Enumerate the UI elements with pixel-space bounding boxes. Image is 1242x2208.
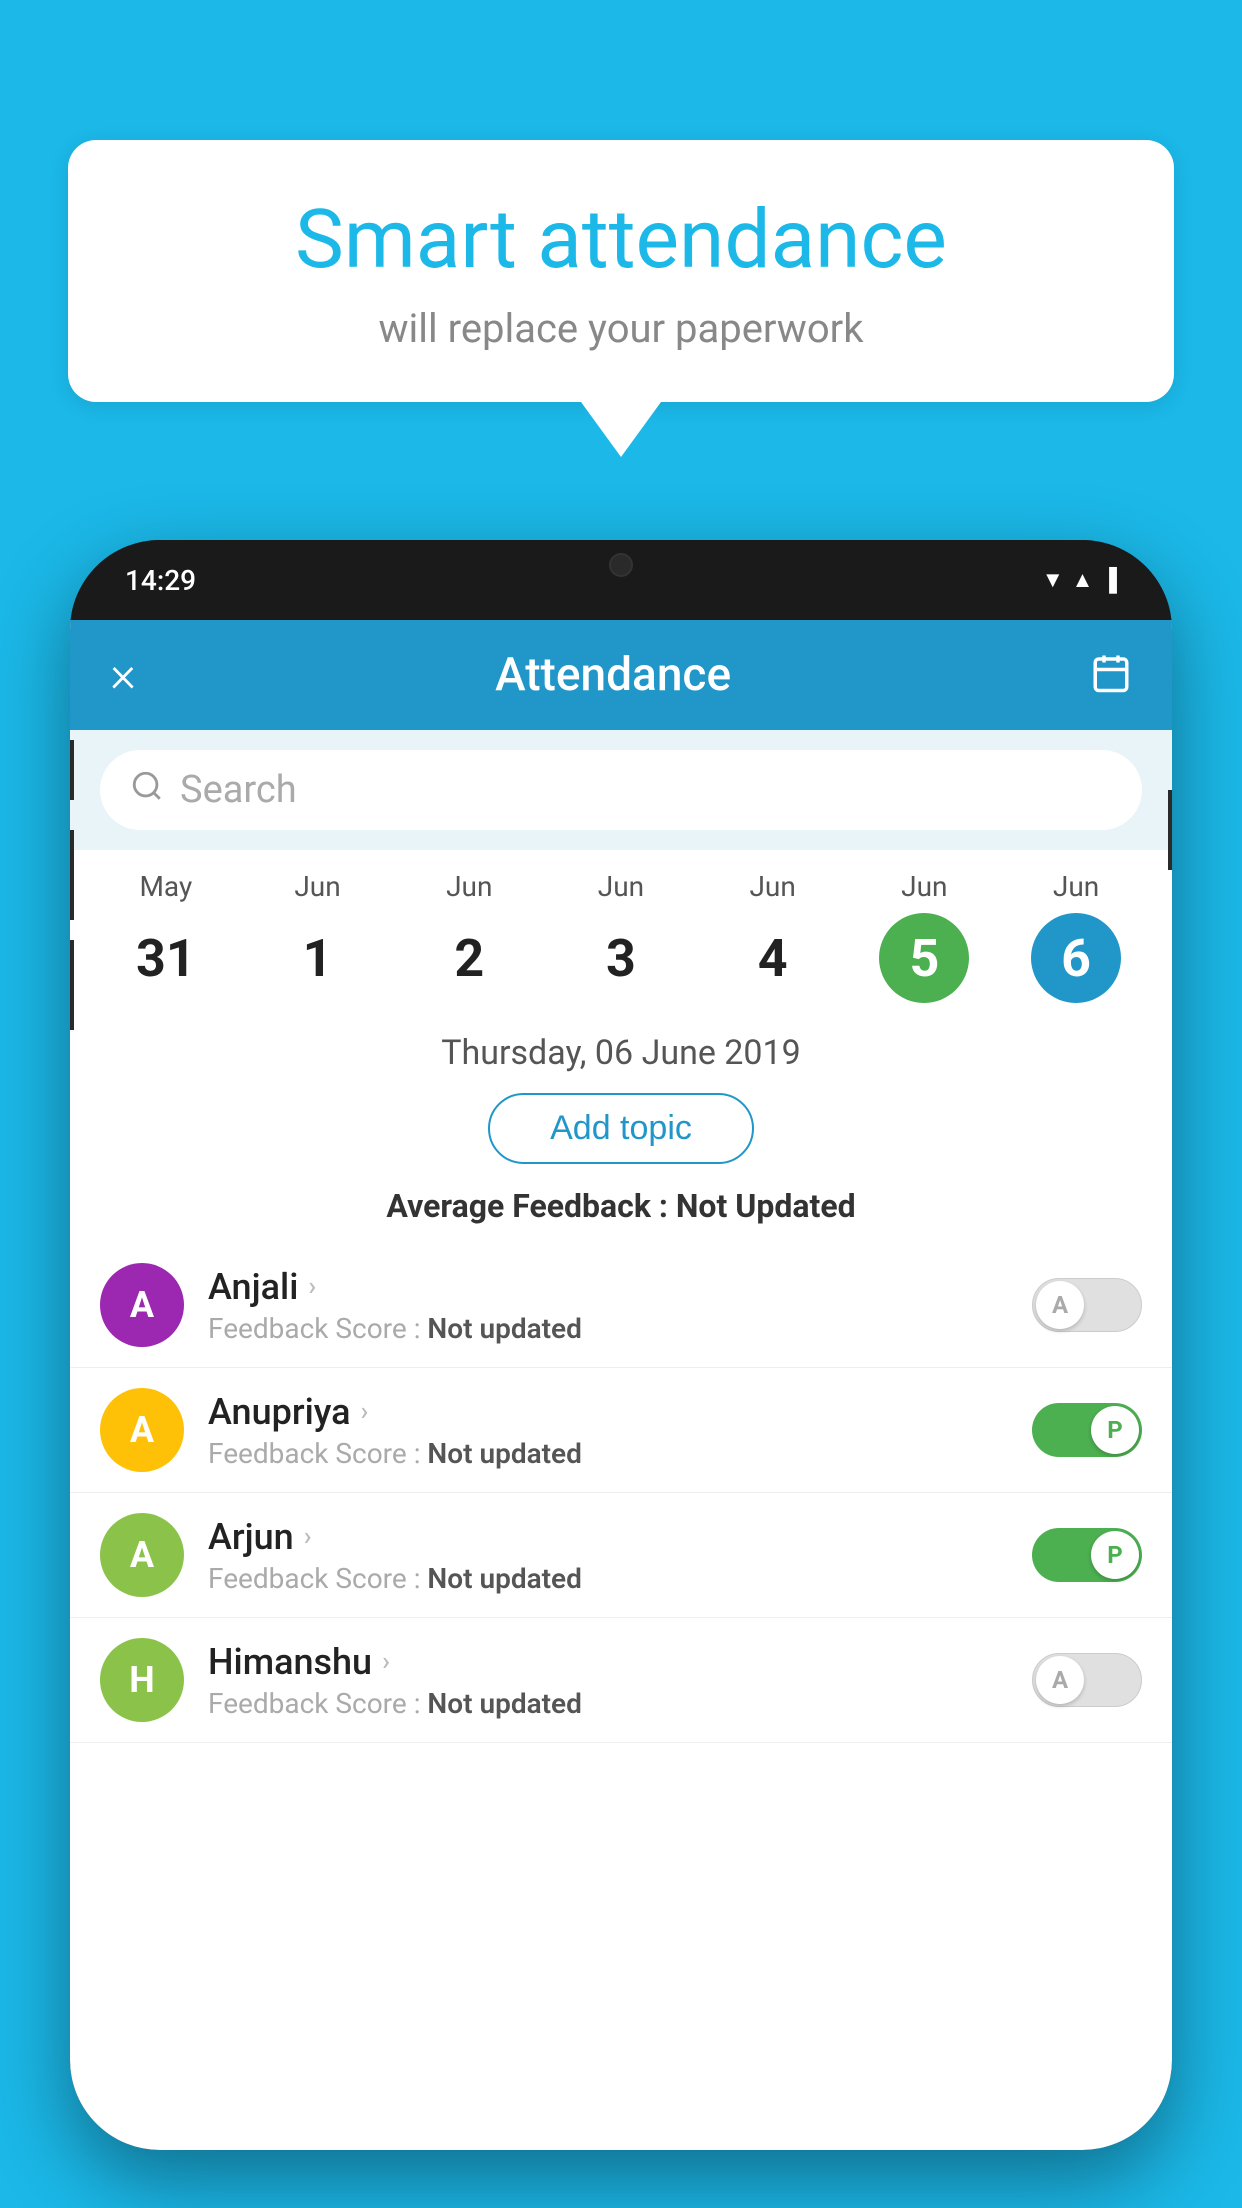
app-screen: × Attendance <box>70 620 1172 2150</box>
front-camera <box>609 553 633 577</box>
speech-bubble-title: Smart attendance <box>128 195 1114 285</box>
cal-month-0: May <box>139 870 192 903</box>
calendar-day-2[interactable]: Jun 2 <box>424 870 514 1003</box>
average-feedback: Average Feedback : Not Updated <box>70 1179 1172 1243</box>
calendar-day-6[interactable]: Jun 6 <box>1031 870 1121 1003</box>
student-name-0: Anjali › <box>208 1266 1008 1308</box>
cal-date-6: 6 <box>1031 913 1121 1003</box>
calendar-day-0[interactable]: May 31 <box>121 870 211 1003</box>
cal-date-3: 3 <box>576 913 666 1003</box>
speech-bubble-section: Smart attendance will replace your paper… <box>68 140 1174 457</box>
search-bar[interactable]: Search <box>100 750 1142 830</box>
calendar-strip: May 31 Jun 1 Jun 2 Jun 3 Jun 4 Jun 5 Jun 6 <box>70 850 1172 1013</box>
cal-month-5: Jun <box>901 870 947 903</box>
phone-frame: 14:29 ▼ ▲ ▐ × Attendance <box>70 540 1172 2150</box>
cal-month-6: Jun <box>1053 870 1099 903</box>
student-item-0[interactable]: A Anjali › Feedback Score : Not updated A <box>70 1243 1172 1368</box>
student-feedback-0: Feedback Score : Not updated <box>208 1312 1008 1345</box>
calendar-day-4[interactable]: Jun 4 <box>728 870 818 1003</box>
chevron-right-icon: › <box>308 1272 316 1302</box>
selected-date: Thursday, 06 June 2019 <box>70 1013 1172 1083</box>
status-bar: 14:29 ▼ ▲ ▐ <box>70 540 1172 620</box>
student-info-2: Arjun › Feedback Score : Not updated <box>208 1516 1008 1595</box>
chevron-right-icon: › <box>361 1397 369 1427</box>
signal-icon: ▲ <box>1072 567 1094 593</box>
cal-month-1: Jun <box>294 870 340 903</box>
student-feedback-2: Feedback Score : Not updated <box>208 1562 1008 1595</box>
search-placeholder: Search <box>180 768 297 812</box>
attendance-toggle-3[interactable]: A <box>1032 1653 1142 1707</box>
student-item-2[interactable]: A Arjun › Feedback Score : Not updated P <box>70 1493 1172 1618</box>
attendance-toggle-0[interactable]: A <box>1032 1278 1142 1332</box>
add-topic-container: Add topic <box>70 1083 1172 1179</box>
attendance-toggle-1[interactable]: P <box>1032 1403 1142 1457</box>
search-icon <box>130 769 164 812</box>
speech-bubble-arrow <box>581 402 661 457</box>
cal-date-2: 2 <box>424 913 514 1003</box>
wifi-icon: ▼ <box>1042 567 1064 593</box>
chevron-right-icon: › <box>382 1647 390 1677</box>
status-icons: ▼ ▲ ▐ <box>1042 567 1117 593</box>
status-time: 14:29 <box>125 564 196 597</box>
student-item-1[interactable]: A Anupriya › Feedback Score : Not updated P <box>70 1368 1172 1493</box>
header-title: Attendance <box>495 648 731 702</box>
close-button[interactable]: × <box>110 646 136 704</box>
cal-date-0: 31 <box>121 913 211 1003</box>
volume-down-button <box>70 940 74 1030</box>
student-list: AAnjali ›Feedback Score : Not updatedAAA… <box>70 1243 1172 1743</box>
student-avatar-0: A <box>100 1263 184 1347</box>
battery-icon: ▐ <box>1101 567 1117 593</box>
speech-bubble: Smart attendance will replace your paper… <box>68 140 1174 402</box>
power-button <box>1168 790 1172 870</box>
student-feedback-3: Feedback Score : Not updated <box>208 1687 1008 1720</box>
calendar-icon[interactable] <box>1090 652 1132 698</box>
search-container: Search <box>70 730 1172 850</box>
cal-month-4: Jun <box>749 870 795 903</box>
cal-month-3: Jun <box>598 870 644 903</box>
volume-up-button <box>70 830 74 920</box>
cal-date-4: 4 <box>728 913 818 1003</box>
student-feedback-1: Feedback Score : Not updated <box>208 1437 1008 1470</box>
speech-bubble-subtitle: will replace your paperwork <box>128 305 1114 352</box>
chevron-right-icon: › <box>304 1522 312 1552</box>
attendance-toggle-2[interactable]: P <box>1032 1528 1142 1582</box>
cal-date-1: 1 <box>273 913 363 1003</box>
student-name-3: Himanshu › <box>208 1641 1008 1683</box>
student-avatar-2: A <box>100 1513 184 1597</box>
calendar-day-3[interactable]: Jun 3 <box>576 870 666 1003</box>
student-item-3[interactable]: H Himanshu › Feedback Score : Not updated A <box>70 1618 1172 1743</box>
phone-container: 14:29 ▼ ▲ ▐ × Attendance <box>70 540 1172 2208</box>
student-avatar-3: H <box>100 1638 184 1722</box>
student-info-3: Himanshu › Feedback Score : Not updated <box>208 1641 1008 1720</box>
student-name-1: Anupriya › <box>208 1391 1008 1433</box>
student-avatar-1: A <box>100 1388 184 1472</box>
phone-notch <box>561 540 681 590</box>
student-info-1: Anupriya › Feedback Score : Not updated <box>208 1391 1008 1470</box>
student-info-0: Anjali › Feedback Score : Not updated <box>208 1266 1008 1345</box>
calendar-day-1[interactable]: Jun 1 <box>273 870 363 1003</box>
cal-month-2: Jun <box>446 870 492 903</box>
app-header: × Attendance <box>70 620 1172 730</box>
add-topic-button[interactable]: Add topic <box>488 1093 754 1164</box>
volume-silent-button <box>70 740 74 800</box>
student-name-2: Arjun › <box>208 1516 1008 1558</box>
cal-date-5: 5 <box>879 913 969 1003</box>
calendar-day-5[interactable]: Jun 5 <box>879 870 969 1003</box>
